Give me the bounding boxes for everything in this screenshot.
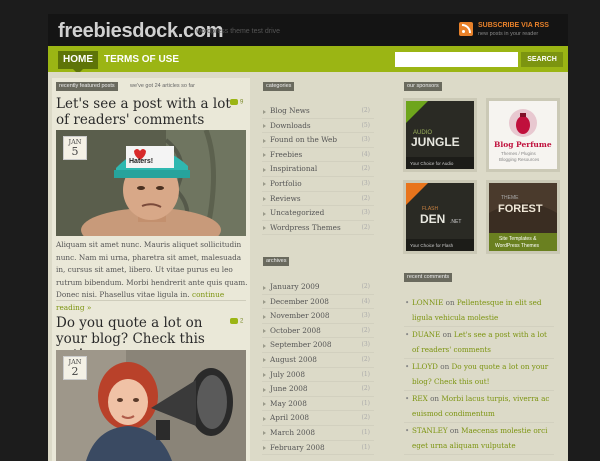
comment-count-value: 2 bbox=[240, 318, 244, 325]
archive-item[interactable]: October 2008 (2) bbox=[262, 324, 374, 339]
category-item[interactable]: Found on the Web (3) bbox=[262, 133, 374, 148]
archive-item[interactable]: January 2009 (2) bbox=[262, 280, 374, 295]
archives-list: January 2009 (2) December 2008 (4) Novembe… bbox=[262, 280, 374, 456]
svg-text:Your Choice for Audio: Your Choice for Audio bbox=[410, 161, 454, 166]
svg-text:DEN: DEN bbox=[420, 212, 445, 226]
archive-item[interactable]: May 2008 (1) bbox=[262, 397, 374, 412]
rss-subtitle: new posts in your reader bbox=[478, 31, 539, 37]
nav-terms-link[interactable]: TERMS OF USE bbox=[104, 51, 179, 69]
rss-icon[interactable] bbox=[459, 22, 473, 36]
svg-text:.NET: .NET bbox=[450, 219, 461, 225]
sponsor-flashden[interactable]: FLASH DEN .NET Your Choice for Flash bbox=[406, 183, 474, 251]
archive-item[interactable]: April 2008 (2) bbox=[262, 411, 374, 426]
sponsor-blogperfume[interactable]: Blog Perfume Themes / Plugins Blogging R… bbox=[489, 101, 557, 169]
articles-count-note: we've got 24 articles so far bbox=[130, 83, 195, 89]
archives-badge: archives bbox=[263, 257, 290, 266]
archive-item[interactable]: December 2008 (4) bbox=[262, 295, 374, 310]
archive-item[interactable]: June 2008 (2) bbox=[262, 382, 374, 397]
nav-home-link[interactable]: HOME bbox=[58, 51, 98, 69]
comment-count[interactable]: 9 bbox=[230, 99, 243, 106]
archive-item[interactable]: November 2008 (3) bbox=[262, 309, 374, 324]
post-title[interactable]: Let's see a post with a lot of readers' … bbox=[56, 96, 236, 128]
search-input[interactable] bbox=[395, 52, 518, 67]
categories-badge: categories bbox=[263, 82, 295, 91]
sponsors-badge: our sponsors bbox=[404, 82, 442, 91]
recent-comments-list: LONNIE on Pellentesque in elit sed ligul… bbox=[404, 296, 554, 456]
category-item[interactable]: Downloads (5) bbox=[262, 119, 374, 134]
date-badge: JAN 5 bbox=[63, 136, 87, 160]
category-item[interactable]: Inspirational (2) bbox=[262, 162, 374, 177]
svg-text:Themes / Plugins: Themes / Plugins bbox=[501, 151, 537, 156]
category-item[interactable]: Blog News (2) bbox=[262, 104, 374, 119]
archive-item[interactable]: September 2008 (3) bbox=[262, 338, 374, 353]
recent-comment-item[interactable]: LONNIE on Pellentesque in elit sed ligul… bbox=[404, 296, 554, 327]
category-item[interactable]: Uncategorized (3) bbox=[262, 206, 374, 221]
archive-item[interactable]: February 2008 (1) bbox=[262, 441, 374, 456]
archive-item[interactable]: March 2008 (1) bbox=[262, 426, 374, 441]
recent-comments-badge: recent comments bbox=[404, 273, 453, 282]
comment-count[interactable]: 2 bbox=[230, 318, 243, 325]
comment-icon bbox=[230, 318, 238, 324]
category-item[interactable]: Portfolio (3) bbox=[262, 177, 374, 192]
category-item[interactable]: Wordpress Themes (2) bbox=[262, 221, 374, 236]
post-divider bbox=[56, 300, 246, 301]
date-day: 5 bbox=[71, 145, 79, 158]
svg-text:JUNGLE: JUNGLE bbox=[411, 135, 460, 149]
themeforest-banner: THEME FOREST Site Templates & WordPress … bbox=[489, 183, 557, 251]
svg-text:Site Templates &: Site Templates & bbox=[499, 236, 537, 242]
svg-text:Blogging Resources: Blogging Resources bbox=[499, 157, 540, 162]
recent-comment-item[interactable]: REX on Morbi lacus turpis, viverra ac eu… bbox=[404, 392, 554, 423]
recent-comment-item[interactable]: LLOYD on Do you quote a lot on your blog… bbox=[404, 360, 554, 391]
featured-posts-badge: recently featured posts bbox=[56, 82, 118, 91]
hat-text: Haters! bbox=[129, 158, 153, 165]
sponsor-themeforest[interactable]: THEME FOREST Site Templates & WordPress … bbox=[489, 183, 557, 251]
svg-text:THEME: THEME bbox=[501, 195, 519, 201]
rss-subscribe-link[interactable]: SUBSCRIBE VIA RSS bbox=[478, 22, 549, 29]
svg-text:Blog Perfume: Blog Perfume bbox=[494, 140, 552, 149]
categories-list: Blog News (2) Downloads (5) Found on the W… bbox=[262, 104, 374, 236]
search-button[interactable]: SEARCH bbox=[521, 52, 563, 67]
site-tagline: wordpress theme test drive bbox=[196, 28, 281, 35]
date-badge: JAN 2 bbox=[63, 356, 87, 380]
date-day: 2 bbox=[71, 365, 79, 378]
category-item[interactable]: Reviews (2) bbox=[262, 192, 374, 207]
svg-text:Your Choice for Flash: Your Choice for Flash bbox=[410, 243, 454, 248]
flashden-banner: FLASH DEN .NET Your Choice for Flash bbox=[406, 183, 474, 251]
blogperfume-banner: Blog Perfume Themes / Plugins Blogging R… bbox=[494, 109, 552, 162]
recent-comment-item[interactable]: DUANE on Let's see a post with a lot of … bbox=[404, 328, 554, 359]
sponsor-audiojungle[interactable]: AUDIO JUNGLE Your Choice for Audio bbox=[406, 101, 474, 169]
archive-item[interactable]: August 2008 (2) bbox=[262, 353, 374, 368]
archive-item[interactable]: July 2008 (1) bbox=[262, 368, 374, 383]
svg-text:WordPress Themes: WordPress Themes bbox=[495, 243, 539, 249]
category-item[interactable]: Freebies (4) bbox=[262, 148, 374, 163]
audiojungle-banner: AUDIO JUNGLE Your Choice for Audio bbox=[406, 101, 474, 169]
svg-text:FOREST: FOREST bbox=[498, 203, 543, 215]
comment-icon bbox=[230, 99, 238, 105]
recent-comment-item[interactable]: STANLEY on Maecenas molestie orci eget u… bbox=[404, 424, 554, 455]
post-excerpt: Aliquam sit amet nunc. Mauris aliquet so… bbox=[56, 239, 248, 314]
comment-count-value: 9 bbox=[240, 99, 244, 106]
